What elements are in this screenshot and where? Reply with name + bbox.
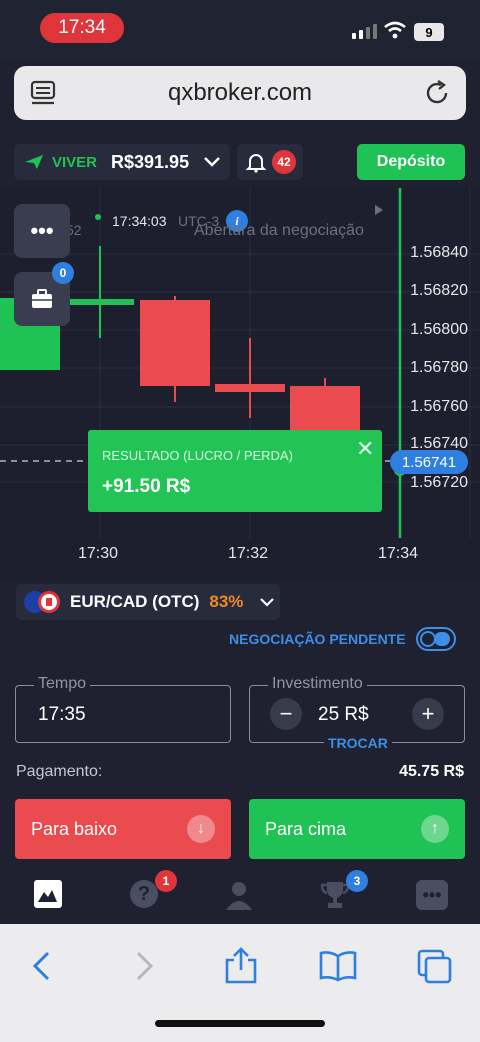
account-selector[interactable]: VIVER R$391.95 bbox=[14, 144, 230, 180]
help-tab-icon[interactable]: ? bbox=[130, 880, 158, 908]
result-title: RESULTADO (LUCRO / PERDA) bbox=[102, 448, 293, 463]
send-icon bbox=[25, 155, 43, 169]
investment-field-label: Investimento bbox=[268, 675, 367, 693]
more-tab-icon[interactable]: ••• bbox=[416, 880, 448, 910]
time-tick: 17:34 bbox=[378, 545, 419, 562]
pending-trade-label: NEGOCIAÇÃO PENDENTE bbox=[229, 631, 406, 647]
home-indicator bbox=[155, 1020, 325, 1027]
asset-payout: 83% bbox=[209, 592, 244, 611]
chart-canvas bbox=[0, 188, 480, 538]
price-chart[interactable]: 52 17:34:03 UTC-3 i Abertura da negociaç… bbox=[0, 188, 480, 578]
asset-name: EUR/CAD (OTC) bbox=[70, 592, 200, 611]
reload-icon[interactable] bbox=[424, 79, 452, 107]
portfolio-button[interactable]: 0 bbox=[14, 262, 74, 326]
time-field[interactable]: Tempo 17:35 bbox=[15, 675, 231, 743]
play-icon bbox=[375, 205, 383, 215]
battery-indicator: 9 bbox=[414, 23, 444, 41]
time-field-label: Tempo bbox=[34, 675, 91, 693]
notifications-button[interactable]: 42 bbox=[237, 144, 303, 180]
share-icon[interactable] bbox=[224, 946, 258, 984]
bookmarks-icon[interactable] bbox=[318, 950, 358, 982]
swap-button[interactable]: TROCAR bbox=[324, 735, 392, 751]
deposit-button[interactable]: Depósito bbox=[357, 144, 465, 180]
chevron-down-icon bbox=[204, 157, 220, 167]
price-tick: 1.56840 bbox=[410, 244, 468, 261]
current-price-tag: 1.56741 bbox=[390, 450, 468, 474]
profile-tab-icon[interactable] bbox=[224, 880, 254, 910]
more-options-button[interactable]: ••• bbox=[14, 204, 70, 258]
price-tick: 1.56800 bbox=[410, 321, 468, 338]
payout-value: 45.75 R$ bbox=[399, 763, 464, 780]
sell-label: Para baixo bbox=[31, 818, 118, 839]
result-popup: RESULTADO (LUCRO / PERDA) +91.50 R$ ✕ bbox=[88, 430, 382, 512]
buy-label: Para cima bbox=[265, 818, 347, 839]
flags-icon bbox=[24, 591, 60, 613]
trophy-tab-icon[interactable] bbox=[320, 880, 350, 910]
signal-icon bbox=[352, 24, 377, 39]
pending-trade-toggle[interactable] bbox=[416, 627, 456, 651]
buy-button[interactable]: Para cima ↑ bbox=[249, 799, 465, 859]
time-value: 17:35 bbox=[38, 704, 86, 725]
decrease-button[interactable]: − bbox=[270, 698, 302, 730]
address-bar[interactable]: qxbroker.com bbox=[14, 66, 466, 120]
open-trade-label: Abertura da negociação bbox=[194, 222, 364, 239]
result-value: +91.50 R$ bbox=[102, 476, 191, 497]
payout-label: Pagamento: bbox=[16, 763, 103, 780]
increase-button[interactable]: + bbox=[412, 698, 444, 730]
briefcase-icon bbox=[32, 289, 52, 308]
forward-icon[interactable] bbox=[132, 950, 156, 982]
tabs-icon[interactable] bbox=[416, 948, 454, 984]
wifi-icon bbox=[384, 21, 406, 39]
trophy-badge: 3 bbox=[346, 870, 368, 892]
arrow-up-icon: ↑ bbox=[421, 815, 449, 843]
time-tick: 17:32 bbox=[228, 545, 269, 562]
time-tick: 17:30 bbox=[78, 545, 119, 562]
candle bbox=[140, 300, 210, 386]
candle bbox=[215, 384, 285, 392]
sell-button[interactable]: Para baixo ↓ bbox=[15, 799, 231, 859]
candle bbox=[66, 299, 134, 305]
url-text: qxbroker.com bbox=[167, 79, 313, 106]
price-tick: 1.56720 bbox=[410, 474, 468, 491]
price-tick: 1.56780 bbox=[410, 359, 468, 376]
close-icon[interactable]: ✕ bbox=[356, 436, 374, 462]
price-tick: 1.56820 bbox=[410, 282, 468, 299]
status-bar: 17:34 9 bbox=[0, 0, 480, 60]
portfolio-badge: 0 bbox=[52, 262, 74, 284]
bell-icon bbox=[245, 154, 267, 173]
chart-timestamp: 17:34:03 bbox=[112, 213, 167, 229]
balance: R$391.95 bbox=[111, 151, 190, 172]
app-tab-bar: ? 1 3 ••• bbox=[0, 868, 480, 924]
help-badge: 1 bbox=[155, 870, 177, 892]
price-tick: 1.56760 bbox=[410, 398, 468, 415]
live-label: VIVER bbox=[52, 153, 98, 171]
chevron-down-icon bbox=[260, 598, 275, 607]
notifications-badge: 42 bbox=[272, 150, 296, 174]
status-time: 17:34 bbox=[40, 13, 124, 43]
investment-field[interactable]: Investimento − 25 R$ + TROCAR bbox=[249, 675, 465, 751]
chart-tab-icon[interactable] bbox=[34, 880, 62, 908]
investment-value: 25 R$ bbox=[318, 704, 369, 725]
arrow-down-icon: ↓ bbox=[187, 815, 215, 843]
back-icon[interactable] bbox=[30, 950, 54, 982]
browser-toolbar bbox=[0, 924, 480, 1042]
asset-selector[interactable]: EUR/CAD (OTC) 83% bbox=[16, 584, 280, 620]
live-dot bbox=[95, 214, 101, 220]
